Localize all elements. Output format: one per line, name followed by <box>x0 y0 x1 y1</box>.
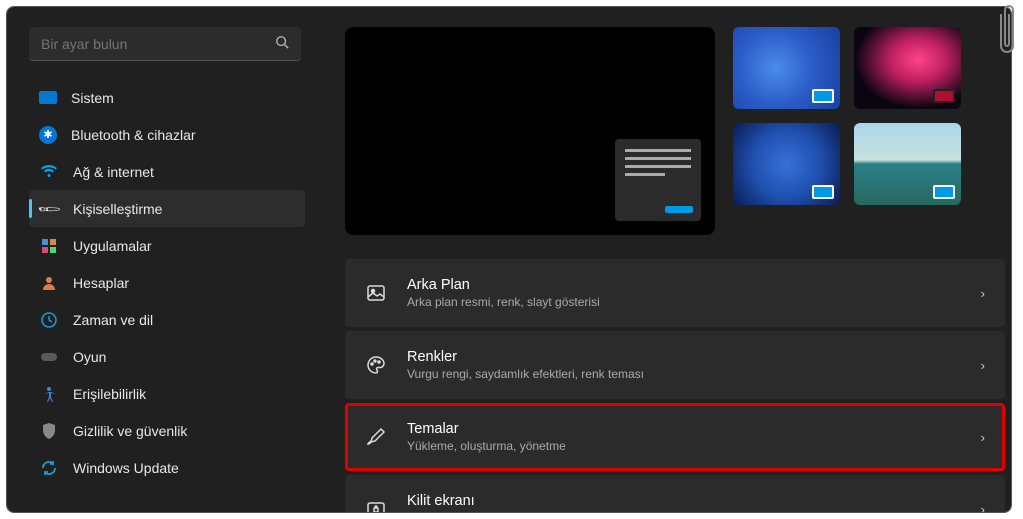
chevron-right-icon: › <box>981 286 985 301</box>
accent-chip <box>812 89 834 103</box>
setting-title: Arka Plan <box>407 277 981 293</box>
sidebar-item-label: Windows Update <box>73 460 179 476</box>
sidebar-item-accessibility[interactable]: Erişilebilirlik <box>29 375 305 412</box>
search-input[interactable] <box>41 36 275 52</box>
theme-tile-4[interactable] <box>854 123 961 205</box>
sidebar-item-label: Zaman ve dil <box>73 312 153 328</box>
desktop-preview <box>345 27 715 235</box>
sidebar-item-network[interactable]: Ağ & internet <box>29 153 305 190</box>
bluetooth-icon: ✱ <box>39 126 57 144</box>
person-icon <box>39 273 59 293</box>
shield-icon <box>39 421 59 441</box>
sidebar-item-label: Hesaplar <box>73 275 129 291</box>
setting-row-background[interactable]: Arka Plan Arka plan resmi, renk, slayt gö… <box>345 259 1005 327</box>
theme-tile-1[interactable] <box>733 27 840 109</box>
theme-preview-row <box>345 27 1005 235</box>
sidebar-item-label: Gizlilik ve güvenlik <box>73 423 187 439</box>
main-content: Arka Plan Arka plan resmi, renk, slayt gö… <box>317 7 1011 512</box>
settings-app: Sistem ✱ Bluetooth & cihazlar Ağ & intern… <box>7 7 1011 512</box>
search-icon <box>275 35 289 52</box>
setting-subtitle: Vurgu rengi, saydamlık efektleri, renk t… <box>407 367 981 381</box>
sidebar-item-label: Sistem <box>71 90 114 106</box>
search-box[interactable] <box>29 27 301 61</box>
sidebar-item-label: Kişiselleştirme <box>73 201 162 217</box>
sidebar-item-accounts[interactable]: Hesaplar <box>29 264 305 301</box>
setting-row-colors[interactable]: Renkler Vurgu rengi, saydamlık efektleri,… <box>345 331 1005 399</box>
sidebar-item-personalization[interactable]: 🖌 Kişiselleştirme <box>29 190 305 227</box>
monitor-icon <box>39 91 57 104</box>
clock-icon <box>39 310 59 330</box>
sidebar-item-apps[interactable]: Uygulamalar <box>29 227 305 264</box>
lock-screen-icon <box>365 498 387 512</box>
accent-chip <box>933 185 955 199</box>
accessibility-icon <box>39 384 59 404</box>
sidebar-item-label: Oyun <box>73 349 106 365</box>
setting-row-themes[interactable]: Temalar Yükleme, oluşturma, yönetme › <box>345 403 1005 471</box>
sidebar-item-time-language[interactable]: Zaman ve dil <box>29 301 305 338</box>
setting-subtitle: Kilit ekranı görüntüleri, uygulamalar, a… <box>407 511 981 512</box>
preview-window <box>615 139 701 221</box>
setting-row-lockscreen[interactable]: Kilit ekranı Kilit ekranı görüntüleri, uy… <box>345 475 1005 512</box>
chevron-right-icon: › <box>981 358 985 373</box>
brush-icon: 🖌 <box>35 194 63 222</box>
sidebar-item-label: Bluetooth & cihazlar <box>71 127 196 143</box>
sidebar-item-label: Uygulamalar <box>73 238 152 254</box>
chevron-right-icon: › <box>981 502 985 513</box>
setting-subtitle: Arka plan resmi, renk, slayt gösterisi <box>407 295 981 309</box>
setting-title: Kilit ekranı <box>407 493 981 509</box>
palette-icon <box>365 354 387 376</box>
paperclip-icon <box>995 2 1019 60</box>
wifi-icon <box>39 162 59 182</box>
theme-tile-2[interactable] <box>854 27 961 109</box>
sidebar: Sistem ✱ Bluetooth & cihazlar Ağ & intern… <box>7 7 317 512</box>
brush-icon <box>365 426 387 448</box>
sidebar-item-label: Erişilebilirlik <box>73 386 146 402</box>
sidebar-item-bluetooth[interactable]: ✱ Bluetooth & cihazlar <box>29 116 305 153</box>
preview-accent-button <box>665 206 693 213</box>
settings-list: Arka Plan Arka plan resmi, renk, slayt gö… <box>345 259 1005 512</box>
sidebar-item-gaming[interactable]: Oyun <box>29 338 305 375</box>
nav-list: Sistem ✱ Bluetooth & cihazlar Ağ & intern… <box>29 79 313 486</box>
setting-title: Renkler <box>407 349 981 365</box>
theme-tile-3[interactable] <box>733 123 840 205</box>
gamepad-icon <box>39 347 59 367</box>
update-icon <box>39 458 59 478</box>
sidebar-item-system[interactable]: Sistem <box>29 79 305 116</box>
setting-title: Temalar <box>407 421 981 437</box>
setting-subtitle: Yükleme, oluşturma, yönetme <box>407 439 981 453</box>
chevron-right-icon: › <box>981 430 985 445</box>
sidebar-item-label: Ağ & internet <box>73 164 154 180</box>
theme-grid <box>733 27 961 235</box>
accent-chip <box>933 89 955 103</box>
accent-chip <box>812 185 834 199</box>
image-icon <box>365 282 387 304</box>
apps-icon <box>39 236 59 256</box>
sidebar-item-privacy[interactable]: Gizlilik ve güvenlik <box>29 412 305 449</box>
sidebar-item-windows-update[interactable]: Windows Update <box>29 449 305 486</box>
